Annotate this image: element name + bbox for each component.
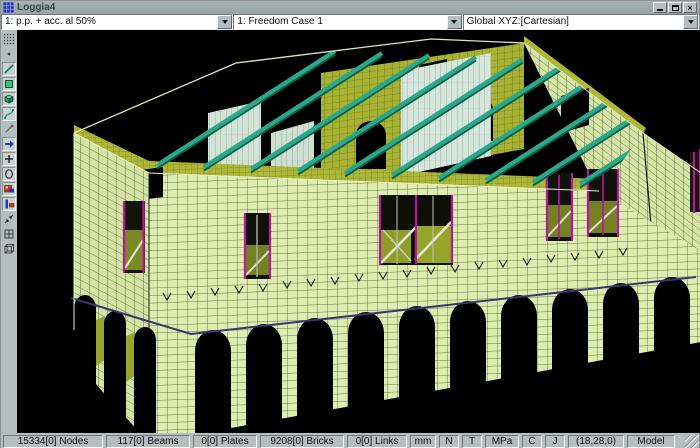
erase-icon[interactable]: [2, 167, 16, 181]
app-logo-icon: [3, 2, 14, 13]
chevron-down-icon: [451, 20, 457, 24]
shrink-icon[interactable]: [2, 212, 16, 226]
window-left-wall: [123, 201, 145, 273]
window-edge-partial: [690, 149, 700, 213]
status-unit-stress: MPa: [485, 435, 519, 448]
status-unit-force: N: [439, 435, 459, 448]
beam-icon[interactable]: [2, 62, 16, 76]
title-bar: Loggia4 ×: [1, 1, 699, 14]
entity-toolbar: [1, 30, 17, 433]
resize-grip[interactable]: [685, 435, 699, 448]
freedom-case-value: 1: Freedom Case 1: [234, 15, 446, 29]
close-button[interactable]: ×: [683, 2, 697, 13]
status-coordinates: (18,28,0): [568, 435, 624, 448]
entity-toggle-icon[interactable]: [2, 182, 16, 196]
case-toolbar: 1: p.p. + acc. al 50% 1: Freedom Case 1 …: [1, 14, 699, 30]
entity-display-icon[interactable]: [2, 197, 16, 211]
load-case-combo[interactable]: 1: p.p. + acc. al 50%: [1, 14, 233, 30]
brick-icon[interactable]: [2, 92, 16, 106]
window-front-3: [546, 173, 573, 241]
node-grid-icon[interactable]: [2, 32, 16, 46]
model-viewport[interactable]: [17, 30, 700, 433]
window-title: Loggia4: [17, 2, 653, 13]
solid-mesh-icon[interactable]: [2, 242, 16, 256]
status-nodes: 15334[0] Nodes: [3, 435, 103, 448]
status-unit-energy: J: [545, 435, 565, 448]
move-arrow-icon[interactable]: [2, 137, 16, 151]
load-case-value: 1: p.p. + acc. al 50%: [2, 15, 217, 29]
freedom-case-dropdown-button[interactable]: [447, 15, 462, 29]
coord-system-dropdown-button[interactable]: [683, 15, 698, 29]
coord-system-combo[interactable]: Global XYZ:[Cartesian]: [463, 14, 699, 30]
node-icon[interactable]: [2, 47, 16, 61]
load-case-dropdown-button[interactable]: [217, 15, 232, 29]
status-bricks: 9208[0] Bricks: [260, 435, 344, 448]
window-front-1: [244, 213, 271, 279]
application-window: Loggia4 × 1: p.p. + acc. al 50% 1: Freed…: [0, 0, 700, 448]
chevron-down-icon: [688, 20, 694, 24]
status-unit-length: mm: [410, 435, 436, 448]
wireframe-icon[interactable]: [2, 227, 16, 241]
maximize-button[interactable]: [668, 2, 682, 13]
chevron-down-icon: [222, 20, 228, 24]
status-links: 0[0] Links: [347, 435, 407, 448]
status-plates: 0[0] Plates: [193, 435, 257, 448]
status-unit-mass: T: [462, 435, 482, 448]
coord-system-value: Global XYZ:[Cartesian]: [464, 15, 683, 29]
status-mode: Model: [627, 435, 675, 448]
plate-icon[interactable]: [2, 77, 16, 91]
minimize-button[interactable]: [653, 2, 667, 13]
model-canvas: [17, 30, 700, 433]
status-bar: 15334[0] Nodes 117[0] Beams 0[0] Plates …: [1, 433, 699, 448]
link-icon[interactable]: [2, 107, 16, 121]
status-beams: 117[0] Beams: [106, 435, 190, 448]
freedom-case-combo[interactable]: 1: Freedom Case 1: [233, 14, 462, 30]
vertex-pin-icon[interactable]: [2, 122, 16, 136]
window-front-2: [379, 195, 453, 265]
status-unit-temp: C: [522, 435, 542, 448]
add-icon[interactable]: [2, 152, 16, 166]
